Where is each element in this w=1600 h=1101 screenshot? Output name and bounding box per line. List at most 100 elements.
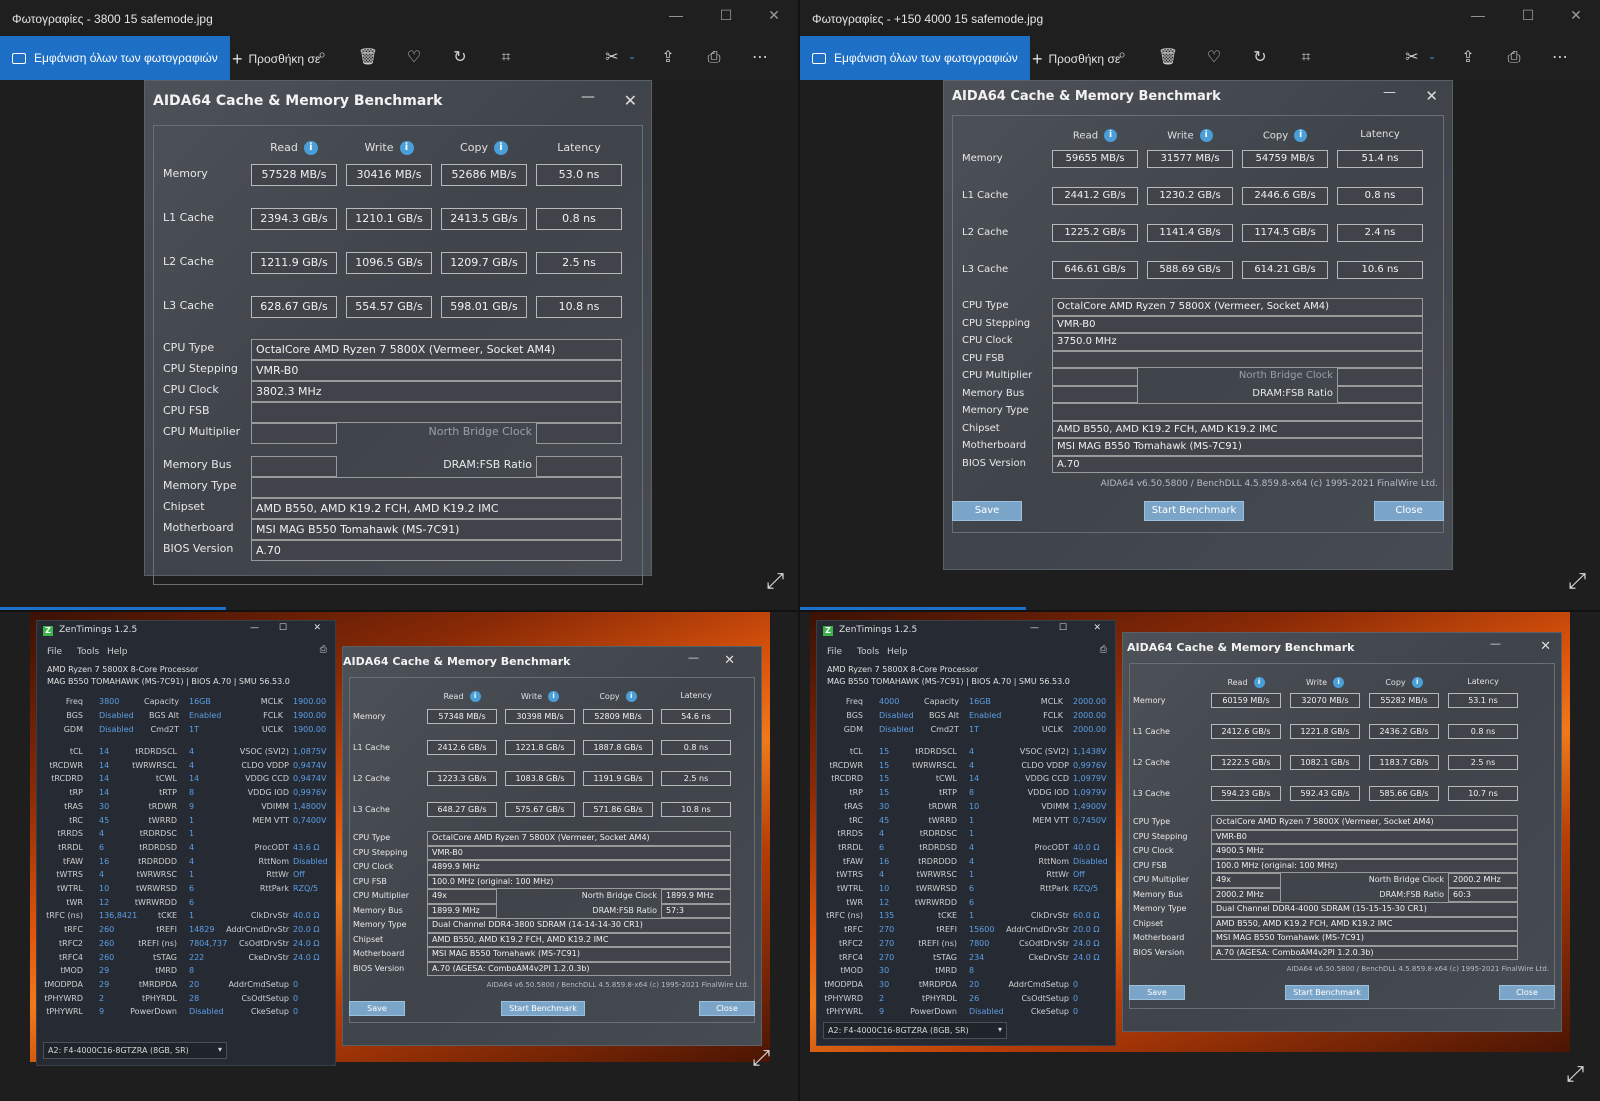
info-icon[interactable]: i: [1411, 677, 1423, 688]
close-icon[interactable]: ✕: [1540, 639, 1551, 654]
maximize-icon[interactable]: ☐: [716, 7, 736, 24]
minimize-icon[interactable]: —: [1383, 85, 1396, 100]
add-to-button[interactable]: + Προσθήκη σε: [1032, 49, 1120, 70]
timing-label: tPHYWRD: [44, 993, 84, 1003]
minimize-icon[interactable]: —: [666, 7, 686, 23]
screenshot-icon[interactable]: ⎙: [320, 645, 327, 655]
menu-help[interactable]: Help: [887, 647, 908, 657]
menu-tools[interactable]: Tools: [77, 647, 99, 657]
minimize-icon[interactable]: —: [1468, 7, 1488, 23]
share-icon[interactable]: ⇪: [656, 47, 680, 66]
memory-bus-label: Memory Bus: [163, 458, 232, 471]
timing-value: Off: [1073, 870, 1085, 880]
delete-icon[interactable]: 🗑: [356, 47, 380, 66]
row-label-1: L1 Cache: [1133, 727, 1170, 736]
info-icon[interactable]: i: [548, 691, 560, 702]
memory-type-value: [1052, 403, 1423, 421]
menu-file[interactable]: File: [47, 647, 62, 657]
column-header-latency: Latency: [536, 141, 622, 154]
close-icon[interactable]: ✕: [1093, 623, 1101, 633]
cpu-fsb-label: CPU FSB: [163, 404, 210, 417]
row-label-2: L2 Cache: [163, 255, 214, 268]
rotate-icon[interactable]: ↻: [1248, 47, 1272, 66]
timing-value: 30: [879, 979, 890, 989]
close-icon[interactable]: ✕: [764, 7, 784, 24]
chipset-label: Chipset: [962, 422, 1000, 434]
delete-icon[interactable]: 🗑: [1156, 47, 1180, 66]
timing-value: 2: [99, 993, 105, 1003]
favorite-icon[interactable]: ♡: [1202, 47, 1226, 66]
aida-title: AIDA64 Cache & Memory Benchmark: [153, 93, 443, 109]
cpu-multiplier-value: 49x: [427, 889, 497, 904]
dimm-select[interactable]: A2: F4-4000C16-8GTZRA (8GB, SR) ▾: [43, 1042, 227, 1059]
chevron-down-icon[interactable]: ⌄: [1420, 52, 1444, 62]
info-icon[interactable]: i: [1199, 129, 1213, 142]
zoom-icon[interactable]: ⌕: [1110, 47, 1134, 63]
zoom-icon[interactable]: ⌕: [310, 47, 334, 63]
expand-icon[interactable]: ⤢: [1566, 1062, 1584, 1087]
close-icon[interactable]: ✕: [1566, 7, 1586, 24]
timing-value: 270: [879, 925, 895, 935]
close-button[interactable]: Close: [699, 1001, 755, 1016]
minimize-icon[interactable]: —: [581, 89, 595, 105]
info-icon[interactable]: i: [1333, 677, 1345, 688]
info-icon[interactable]: i: [1294, 129, 1308, 142]
minimize-icon[interactable]: —: [1490, 637, 1501, 650]
expand-icon[interactable]: ⤢: [766, 569, 784, 594]
add-to-button[interactable]: + Προσθήκη σε: [232, 49, 320, 70]
expand-icon[interactable]: ⤢: [1568, 569, 1586, 594]
minimize-icon[interactable]: —: [250, 623, 259, 633]
rotate-icon[interactable]: ↻: [448, 47, 472, 66]
maximize-icon[interactable]: ☐: [1518, 7, 1538, 24]
more-icon[interactable]: ⋯: [748, 47, 772, 66]
dimm-select[interactable]: A2: F4-4000C16-8GTZRA (8GB, SR) ▾: [823, 1022, 1007, 1039]
timing-value: 1900.00: [293, 725, 327, 734]
favorite-icon[interactable]: ♡: [402, 47, 426, 66]
close-icon[interactable]: ✕: [1425, 87, 1438, 105]
timing-value: 8: [189, 966, 195, 976]
menu-help[interactable]: Help: [107, 647, 128, 657]
show-all-photos-button[interactable]: Εμφάνιση όλων των φωτογραφιών: [0, 36, 230, 80]
screenshot-icon[interactable]: ⎙: [1100, 645, 1107, 655]
close-icon[interactable]: ✕: [724, 653, 735, 668]
info-icon[interactable]: i: [399, 141, 414, 155]
save-button[interactable]: Save: [952, 501, 1022, 521]
info-icon[interactable]: i: [493, 141, 508, 155]
start-benchmark-button[interactable]: Start Benchmark: [1144, 501, 1244, 521]
print-icon[interactable]: ⎙: [1502, 47, 1526, 67]
timing-value: 4: [969, 856, 975, 866]
close-icon[interactable]: ✕: [313, 623, 321, 633]
minimize-icon[interactable]: —: [1030, 623, 1039, 633]
maximize-icon[interactable]: ☐: [1059, 623, 1067, 633]
share-icon[interactable]: ⇪: [1456, 47, 1480, 66]
benchmark-value: 0.8 ns: [1448, 724, 1518, 739]
menu-file[interactable]: File: [827, 647, 842, 657]
info-icon[interactable]: i: [303, 141, 318, 155]
row-label-0: Memory: [353, 712, 386, 721]
expand-icon[interactable]: ⤢: [752, 1046, 770, 1071]
start-benchmark-button[interactable]: Start Benchmark: [501, 1001, 585, 1016]
maximize-icon[interactable]: ☐: [279, 623, 287, 633]
minimize-icon[interactable]: —: [688, 651, 699, 664]
info-icon[interactable]: i: [469, 691, 481, 702]
close-icon[interactable]: ✕: [624, 91, 637, 110]
chevron-down-icon[interactable]: ⌄: [620, 52, 644, 62]
aida-window: AIDA64 Cache & Memory Benchmark — ✕ Read i Wr…: [144, 80, 652, 585]
more-icon[interactable]: ⋯: [1548, 47, 1572, 66]
show-all-photos-button[interactable]: Εμφάνιση όλων των φωτογραφιών: [800, 36, 1030, 80]
benchmark-value: 10.8 ns: [536, 296, 622, 318]
close-button[interactable]: Close: [1499, 985, 1555, 1000]
save-button[interactable]: Save: [1129, 985, 1185, 1000]
close-button[interactable]: Close: [1374, 501, 1444, 521]
dimm-select-value: A2: F4-4000C16-8GTZRA (8GB, SR): [48, 1046, 189, 1055]
info-icon[interactable]: i: [625, 691, 637, 702]
save-button[interactable]: Save: [349, 1001, 405, 1016]
crop-icon[interactable]: ⌗: [494, 47, 518, 67]
info-icon[interactable]: i: [1253, 677, 1265, 688]
start-benchmark-button[interactable]: Start Benchmark: [1285, 985, 1369, 1000]
menu-tools[interactable]: Tools: [857, 647, 879, 657]
crop-icon[interactable]: ⌗: [1294, 47, 1318, 67]
row-label-0: Memory: [1133, 696, 1166, 705]
print-icon[interactable]: ⎙: [702, 47, 726, 67]
info-icon[interactable]: i: [1104, 129, 1118, 142]
